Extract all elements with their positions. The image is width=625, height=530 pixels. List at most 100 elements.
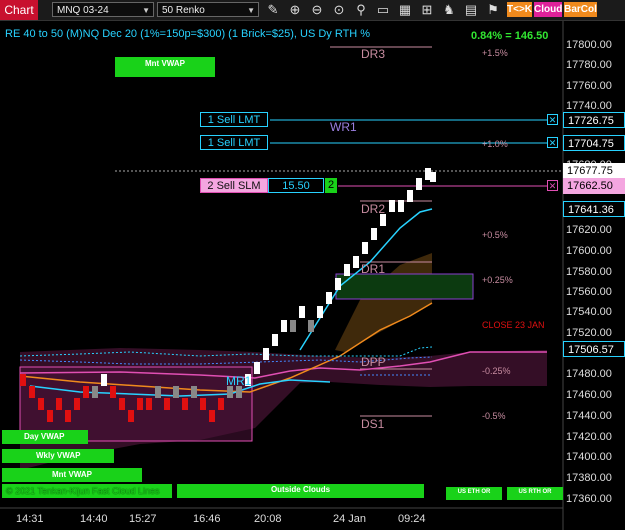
- sell-stop-order[interactable]: 2 Sell SLM: [200, 178, 268, 193]
- dpp-label: DPP: [361, 355, 386, 369]
- y-tick: 17760.00: [566, 80, 612, 92]
- zoom-reset-icon[interactable]: ⊙: [330, 1, 348, 19]
- cloud-price-box: 17506.57: [563, 341, 625, 357]
- y-tick: 17460.00: [566, 389, 612, 401]
- dr2-label: DR2: [361, 202, 385, 216]
- mnt-vwap-button[interactable]: Mnt VWAP: [2, 468, 142, 482]
- day-vwap-button[interactable]: Day VWAP: [2, 430, 88, 444]
- renko-brick: [119, 398, 125, 410]
- renko-brick: [173, 386, 179, 398]
- renko-brick: [200, 398, 206, 410]
- pct-label-m025: -0.25%: [482, 366, 511, 376]
- tenkan-price-box: 17641.36: [563, 201, 625, 217]
- renko-brick: [317, 306, 323, 318]
- renko-brick: [281, 320, 287, 332]
- pct-label-m05: -0.5%: [482, 411, 506, 421]
- renko-brick: [38, 398, 44, 410]
- pct-label-p10: +1.0%: [482, 139, 508, 149]
- renko-brick: [209, 410, 215, 422]
- renko-brick: [164, 398, 170, 410]
- drawing-tools-icon[interactable]: ⚲: [352, 1, 370, 19]
- y-tick: 17480.00: [566, 368, 612, 380]
- y-tick: 17520.00: [566, 327, 612, 339]
- y-tick: 17620.00: [566, 224, 612, 236]
- strategy-icon[interactable]: ♞: [440, 1, 458, 19]
- renko-brick: [92, 386, 98, 398]
- renko-brick: [83, 386, 89, 398]
- comment-icon[interactable]: ▭: [374, 1, 392, 19]
- x-tick: 20:08: [254, 513, 282, 525]
- instrument-value: MNQ 03-24: [57, 5, 109, 16]
- sell-limit-order-2[interactable]: 1 Sell LMT: [200, 135, 268, 150]
- dr3-label: DR3: [361, 47, 385, 61]
- renko-brick: [137, 398, 143, 410]
- attachments-icon[interactable]: ▤: [462, 1, 480, 19]
- us-eth-or-button[interactable]: US ETH OR: [446, 487, 502, 500]
- x-tick: 14:31: [16, 513, 44, 525]
- renko-brick: [47, 410, 53, 422]
- order-price-box-2: 17704.75: [563, 135, 625, 151]
- renko-brick: [389, 200, 395, 212]
- y-tick: 17740.00: [566, 100, 612, 112]
- renko-brick: [407, 190, 413, 202]
- x-tick: 14:40: [80, 513, 108, 525]
- renko-brick: [218, 398, 224, 410]
- pencil-icon[interactable]: ✎: [264, 1, 282, 19]
- tk-button[interactable]: T<>K: [507, 2, 532, 17]
- instrument-selector[interactable]: MNQ 03-24 ▼: [52, 2, 154, 17]
- cloud-button[interactable]: Cloud: [534, 2, 562, 17]
- opening-range-box: [335, 273, 474, 300]
- properties-icon[interactable]: ▦: [396, 1, 414, 19]
- mr1-label: MR1: [226, 374, 252, 388]
- pct-label-p05: +0.5%: [482, 230, 508, 240]
- renko-brick: [56, 398, 62, 410]
- renko-brick: [308, 320, 314, 332]
- zoom-out-icon[interactable]: ⊖: [308, 1, 326, 19]
- renko-brick: [29, 386, 35, 398]
- y-tick: 17420.00: [566, 431, 612, 443]
- renko-brick: [362, 242, 368, 254]
- sell-limit-order-1[interactable]: 1 Sell LMT: [200, 112, 268, 127]
- renko-brick: [191, 386, 197, 398]
- y-tick: 17380.00: [566, 472, 612, 484]
- barcol-button[interactable]: BarCol: [564, 2, 597, 17]
- chart-toolbar: Chart MNQ 03-24 ▼ 50 Renko ▼ ✎ ⊕ ⊖ ⊙ ⚲ ▭…: [0, 0, 625, 21]
- renko-brick: [272, 334, 278, 346]
- renko-brick: [263, 348, 269, 360]
- footer-copyright: © 2021 Tenkan-Kijun Fast Cloud Lines: [6, 486, 160, 496]
- outside-clouds-button[interactable]: Outside Clouds: [177, 484, 424, 498]
- renko-brick: [398, 200, 404, 212]
- renko-brick: [65, 410, 71, 422]
- renko-brick: [128, 410, 134, 422]
- x-tick: 15:27: [129, 513, 157, 525]
- us-rth-or-button[interactable]: US RTH OR: [507, 487, 563, 500]
- stop-offset-field[interactable]: 15.50: [268, 178, 324, 193]
- dr1-label: DR1: [361, 262, 385, 276]
- bar-type-selector[interactable]: 50 Renko ▼: [157, 2, 259, 17]
- renko-brick: [353, 256, 359, 268]
- pnl-display: 0.84% = 146.50: [471, 30, 549, 42]
- renko-brick: [290, 320, 296, 332]
- cancel-order-3-icon[interactable]: ✕: [547, 180, 558, 191]
- cancel-order-2-icon[interactable]: ✕: [547, 137, 558, 148]
- x-tick: 16:46: [193, 513, 221, 525]
- renko-brick: [155, 386, 161, 398]
- indicator-header: RE 40 to 50 (M)NQ Dec 20 (1%=150p=$300) …: [5, 28, 371, 40]
- y-tick: 17540.00: [566, 306, 612, 318]
- cancel-order-1-icon[interactable]: ✕: [547, 114, 558, 125]
- stop-price-box: 17662.50: [563, 178, 625, 194]
- bar-type-value: 50 Renko: [162, 5, 205, 16]
- scroll-lock-icon[interactable]: ⊞: [418, 1, 436, 19]
- order-qty-badge: 2: [325, 178, 337, 193]
- x-tick: 09:24: [398, 513, 426, 525]
- mnt-vwap-top-button[interactable]: Mnt VWAP: [115, 57, 215, 77]
- renko-brick: [416, 178, 422, 190]
- renko-brick: [101, 374, 107, 386]
- renko-brick: [146, 398, 152, 410]
- renko-brick: [74, 398, 80, 410]
- wkly-vwap-button[interactable]: Wkly VWAP: [2, 449, 114, 463]
- renko-brick: [335, 278, 341, 290]
- zoom-in-icon[interactable]: ⊕: [286, 1, 304, 19]
- renko-brick: [344, 264, 350, 276]
- chart-trader-icon[interactable]: ⚑: [484, 1, 502, 19]
